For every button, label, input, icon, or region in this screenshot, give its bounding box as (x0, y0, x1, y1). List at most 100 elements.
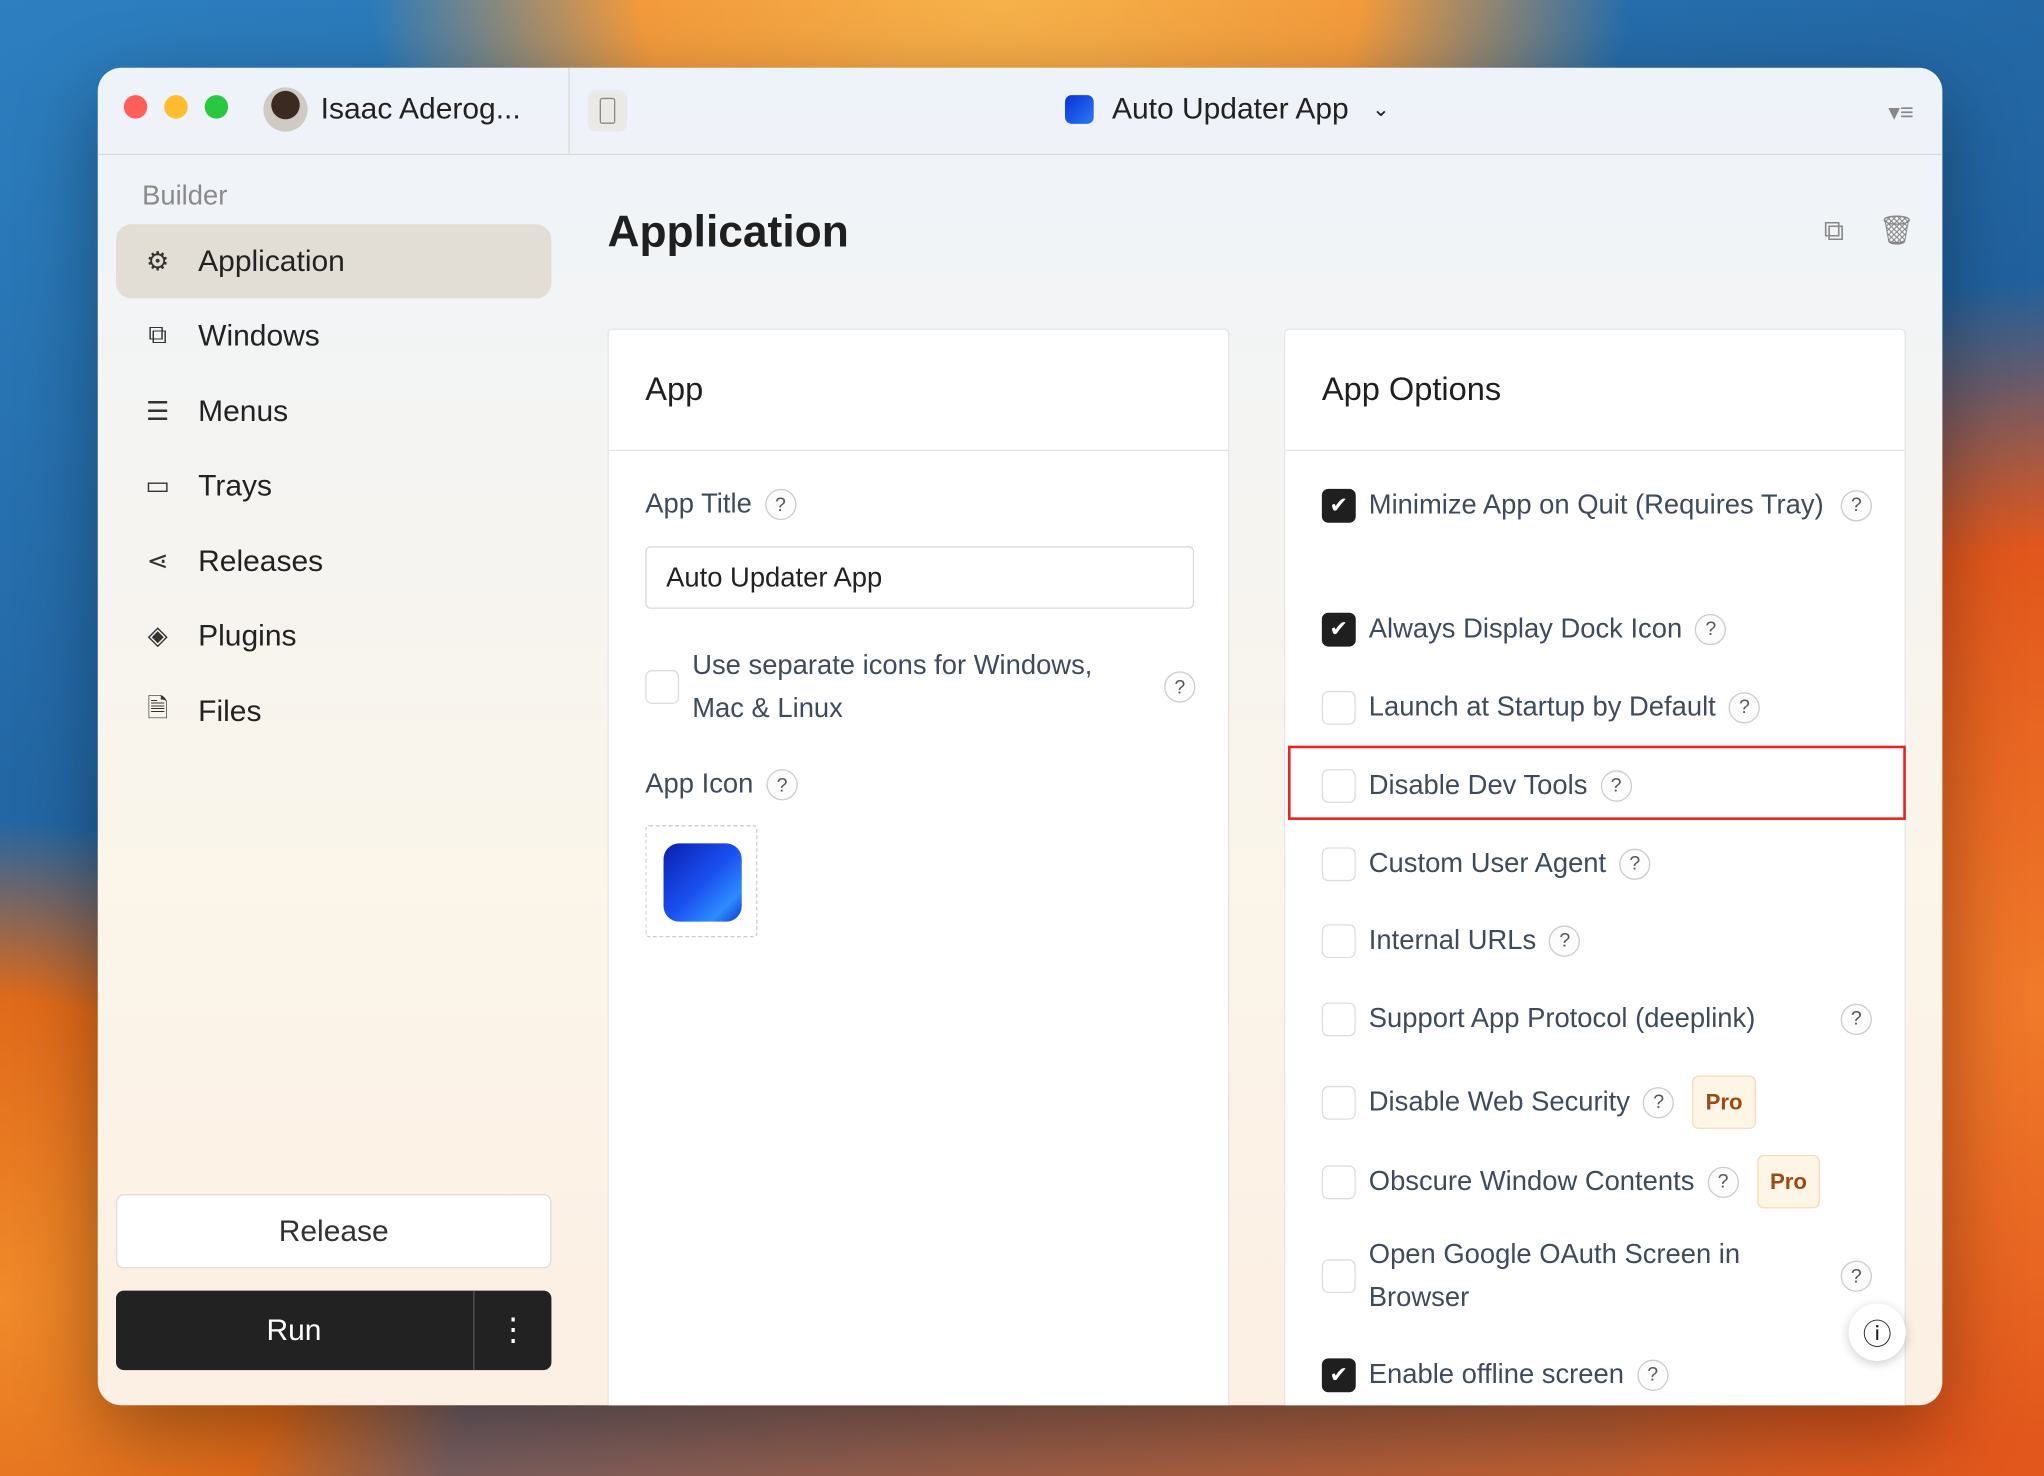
app-icon-label: App Icon? (645, 769, 798, 801)
option-row[interactable]: Launch at Startup by Default? (1321, 686, 1872, 729)
option-label: Open Google OAuth Screen in Browser (1368, 1239, 1741, 1313)
help-icon[interactable]: ? (1707, 1166, 1739, 1198)
title-bar: Isaac Aderog... Auto Updater App ⌄ ▾≡ (97, 67, 1943, 156)
sidebar-item-label: Files (198, 693, 262, 728)
help-icon[interactable]: ? (1636, 1359, 1669, 1391)
divider (568, 67, 570, 154)
separate-icons-option[interactable]: Use separate icons for Windows, Mac & Li… (645, 644, 1196, 730)
app-title-label: App Title? (645, 488, 797, 521)
app-selector[interactable]: Auto Updater App ⌄ (1065, 91, 1390, 126)
help-icon[interactable]: ? (1549, 924, 1581, 957)
share-icon: ⋖ (146, 547, 169, 577)
file-icon: 🗎 (147, 694, 169, 723)
option-checkbox[interactable] (1321, 1259, 1356, 1294)
option-row[interactable]: Disable Web Security? Pro (1321, 1075, 1872, 1129)
option-checkbox[interactable] (1321, 1085, 1356, 1120)
sidebar-item-application[interactable]: ⚙ Application (116, 224, 552, 299)
option-label: Disable Dev Tools (1368, 770, 1588, 801)
option-label: Enable offline screen (1368, 1359, 1624, 1390)
option-checkbox[interactable] (1321, 1164, 1356, 1199)
option-row[interactable]: ✔ Always Display Dock Icon? (1321, 607, 1872, 650)
sidebar-item-label: Windows (198, 318, 320, 352)
sidebar-toggle-icon[interactable] (587, 89, 628, 132)
sidebar-item-windows[interactable]: ⧉ Windows (116, 299, 551, 373)
user-name[interactable]: Isaac Aderog... (321, 91, 521, 126)
option-label: Minimize App on Quit (Requires Tray) (1368, 490, 1824, 521)
help-icon[interactable]: ? (1600, 769, 1632, 802)
help-icon[interactable]: ? (766, 769, 798, 801)
trash-icon[interactable]: 🗑 (1878, 214, 1914, 248)
layers-icon: ◈ (147, 621, 168, 651)
gear-icon: ⚙ (146, 247, 170, 277)
help-icon[interactable]: ? (1728, 691, 1761, 723)
help-icon[interactable]: ? (1840, 1003, 1872, 1035)
menu-icon: ☰ (146, 397, 170, 427)
option-row[interactable]: ✔ Minimize App on Quit (Requires Tray)? (1321, 484, 1872, 527)
page-title: Application (607, 207, 849, 257)
sidebar-section-title: Builder (142, 181, 228, 212)
app-icon-dropzone[interactable] (645, 825, 758, 938)
window-icon: ⧉ (148, 320, 168, 350)
close-button[interactable] (123, 95, 148, 119)
option-row[interactable]: Custom User Agent? (1321, 842, 1872, 885)
option-checkbox[interactable]: ✔ (1321, 1357, 1356, 1392)
sidebar-item-releases[interactable]: ⋖ Releases (116, 524, 551, 598)
duplicate-icon[interactable]: ⧉ (1824, 214, 1844, 248)
help-icon[interactable]: ? (1840, 1260, 1872, 1292)
option-checkbox[interactable] (1321, 923, 1356, 958)
card-title: App Options (1285, 330, 1905, 452)
sidebar-item-trays[interactable]: ▭ Trays (116, 448, 551, 522)
release-button[interactable]: Release (116, 1194, 552, 1269)
sidebar-item-label: Trays (198, 467, 273, 502)
run-button-group: Run ⋮ (116, 1290, 552, 1371)
option-row[interactable]: Support App Protocol (deeplink)? (1321, 997, 1872, 1040)
app-options-card: App Options ✔ Minimize App on Quit (Requi… (1284, 328, 1906, 1406)
option-label: Disable Web Security (1368, 1087, 1630, 1118)
zoom-button[interactable] (204, 95, 229, 119)
main-content: Application ⧉ 🗑 App App Title? Auto Upda… (570, 155, 1943, 1406)
option-row[interactable]: ✔ Enable offline screen? (1321, 1353, 1872, 1396)
chevron-down-icon: ⌄ (1372, 98, 1390, 121)
app-icon-image (663, 843, 742, 922)
option-row[interactable]: Obscure Window Contents? Pro (1321, 1154, 1872, 1209)
option-row[interactable]: Internal URLs? (1321, 919, 1872, 962)
option-checkbox[interactable] (1321, 768, 1356, 803)
option-label: Always Display Dock Icon (1368, 613, 1683, 644)
info-icon[interactable]: ⓘ (1848, 1303, 1906, 1361)
help-icon[interactable]: ? (764, 488, 797, 521)
run-button[interactable]: Run (116, 1291, 472, 1371)
option-checkbox[interactable]: ✔ (1321, 488, 1356, 523)
sidebar-item-label: Releases (198, 543, 324, 578)
help-icon[interactable]: ? (1695, 613, 1727, 645)
option-row[interactable]: Open Google OAuth Screen in Browser? (1321, 1233, 1872, 1319)
help-icon[interactable]: ? (1619, 847, 1651, 880)
card-title: App (608, 330, 1228, 452)
option-checkbox[interactable]: ✔ (1321, 612, 1356, 646)
option-checkbox[interactable] (1321, 1001, 1356, 1036)
app-title-input[interactable]: Auto Updater App (645, 546, 1195, 609)
help-icon[interactable]: ? (1643, 1086, 1675, 1118)
option-label: Use separate icons for Windows, Mac & Li… (692, 650, 1093, 724)
app-window: Isaac Aderog... Auto Updater App ⌄ ▾≡ Bu… (97, 67, 1943, 1406)
app-icon (1065, 94, 1094, 124)
help-icon[interactable]: ? (1164, 671, 1196, 703)
option-checkbox[interactable] (1321, 690, 1356, 725)
app-selector-label: Auto Updater App (1111, 91, 1349, 126)
sidebar-item-files[interactable]: 🗎 Files (116, 674, 551, 748)
option-label: Internal URLs (1368, 925, 1537, 956)
avatar[interactable] (263, 87, 308, 132)
list-menu-icon[interactable]: ▾≡ (1888, 99, 1913, 126)
option-label: Support App Protocol (deeplink) (1368, 1003, 1756, 1034)
sidebar-item-menus[interactable]: ☰ Menus (116, 374, 551, 448)
sidebar-item-label: Plugins (198, 617, 297, 652)
option-row[interactable]: Disable Dev Tools? (1321, 764, 1872, 807)
help-icon[interactable]: ? (1840, 489, 1872, 521)
sidebar-item-plugins[interactable]: ◈ Plugins (116, 598, 551, 672)
option-checkbox[interactable] (1321, 846, 1356, 881)
sidebar-item-label: Application (198, 243, 345, 278)
more-options-button[interactable]: ⋮ (473, 1290, 551, 1371)
minimize-button[interactable] (164, 95, 188, 119)
separate-icons-checkbox[interactable] (645, 670, 680, 704)
tray-icon: ▭ (145, 471, 171, 501)
option-label: Custom User Agent (1368, 848, 1607, 879)
